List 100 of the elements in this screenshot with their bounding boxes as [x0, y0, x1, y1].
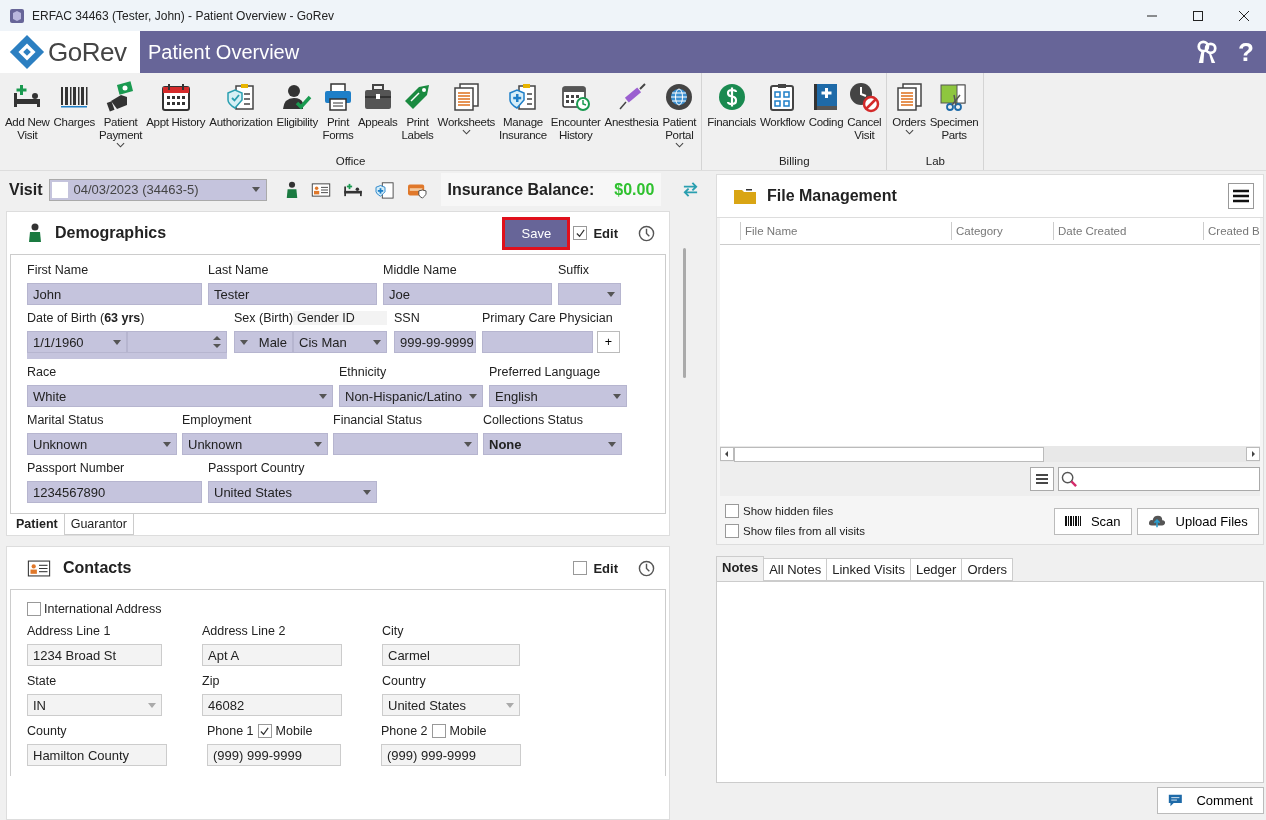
tab[interactable]: Notes [716, 556, 765, 582]
tab[interactable]: Orders [962, 558, 1014, 582]
checkbox[interactable] [725, 524, 739, 539]
toolbar-button[interactable]: Specimen Parts [927, 81, 981, 155]
phone-field[interactable]: (999) 999-9999 [381, 744, 521, 766]
physician-field[interactable] [482, 331, 593, 353]
toolbar-button[interactable]: Appeals [355, 81, 400, 155]
text-field[interactable]: John [27, 283, 202, 305]
dropdown-field[interactable]: Male [234, 331, 293, 353]
bed-icon[interactable] [342, 182, 363, 197]
tab[interactable]: Guarantor [63, 514, 134, 535]
text-field[interactable]: Hamilton County [27, 744, 167, 766]
checkbox[interactable] [51, 181, 68, 198]
toolbar-button[interactable]: Appt History [144, 81, 208, 155]
spinner-icon[interactable] [213, 335, 221, 349]
menu-icon[interactable] [1227, 183, 1254, 209]
dropdown-field[interactable]: Unknown [182, 433, 328, 455]
save-button[interactable]: Save [505, 219, 568, 247]
shield-clipboard-icon[interactable] [374, 180, 395, 199]
phone-field[interactable]: (999) 999-9999 [207, 744, 341, 766]
checkbox[interactable] [431, 724, 446, 738]
text-field[interactable]: Apt A [202, 644, 342, 666]
checkbox[interactable] [725, 504, 739, 519]
dropdown-field[interactable]: Non-Hispanic/Latino [339, 385, 483, 407]
tab[interactable]: All Notes [764, 558, 828, 582]
keys-icon[interactable] [1196, 39, 1219, 65]
comment-button[interactable]: Comment [1156, 787, 1264, 814]
date-field[interactable]: 1/1/1960 [27, 331, 127, 353]
scrollbar-thumb[interactable] [683, 248, 686, 378]
dropdown-field[interactable]: Unknown [27, 433, 177, 455]
text-field[interactable]: Joe [383, 283, 552, 305]
dropdown-field[interactable]: IN [27, 694, 162, 716]
field-label: Passport Number [27, 461, 126, 475]
person-icon[interactable] [284, 180, 299, 199]
checkbox[interactable] [573, 226, 588, 240]
field-label: Race [27, 365, 58, 379]
add-button[interactable]: + [597, 331, 620, 353]
list-icon[interactable] [1029, 467, 1054, 492]
toolbar-button[interactable]: Manage Insurance [497, 81, 549, 155]
time-field[interactable] [127, 331, 227, 353]
column-header[interactable]: Category [951, 222, 1053, 240]
tab[interactable]: Ledger [910, 558, 963, 582]
field-label: Sex (Birth) [234, 311, 293, 325]
toolbar-button[interactable]: Encounter History [548, 81, 603, 155]
dropdown-field[interactable]: English [489, 385, 627, 407]
section-title: File Management [767, 187, 897, 205]
tab[interactable]: Linked Visits [827, 558, 911, 582]
toolbar-button[interactable]: Worksheets [435, 81, 498, 155]
text-field[interactable]: 46082 [202, 694, 342, 716]
scrollbar-thumb[interactable] [734, 446, 1044, 462]
text-field[interactable]: 1234 Broad St [27, 644, 162, 666]
history-icon[interactable] [638, 559, 655, 577]
toolbar-button[interactable]: Print Labels [399, 81, 436, 155]
dropdown-field[interactable]: United States [208, 481, 377, 503]
toolbar-button[interactable]: Eligibility [274, 81, 320, 155]
toolbar-button[interactable]: Patient Payment [96, 81, 145, 155]
text-field[interactable]: Carmel [382, 644, 520, 666]
text-field[interactable]: 999-99-9999 [394, 331, 476, 353]
toolbar-button[interactable]: Print Forms [319, 81, 356, 155]
dropdown-field[interactable] [558, 283, 621, 305]
history-icon[interactable] [638, 224, 655, 242]
toolbar-button[interactable]: Charges [51, 81, 97, 155]
dropdown-field[interactable]: None [483, 433, 622, 455]
caret-icon [240, 339, 248, 345]
dropdown-field[interactable]: Cis Man [293, 331, 387, 353]
checkbox[interactable] [573, 561, 588, 575]
toolbar-button[interactable]: Authorization [207, 81, 275, 155]
dropdown-field[interactable]: United States [382, 694, 520, 716]
toolbar-button[interactable]: Coding [806, 81, 846, 155]
checkbox[interactable] [257, 724, 272, 738]
search-field[interactable] [1057, 467, 1260, 492]
toolbar-button[interactable]: Patient Portal [660, 81, 699, 155]
close-icon[interactable] [1238, 9, 1250, 22]
column-header[interactable]: Created B [1203, 222, 1260, 240]
column-header[interactable]: Date Created [1053, 222, 1203, 240]
toolbar-button[interactable]: Anesthesia [602, 81, 661, 155]
help-button[interactable]: ? [1238, 36, 1254, 68]
text-field[interactable]: 1234567890 [27, 481, 202, 503]
column-header[interactable]: File Name [740, 222, 951, 240]
scan-button[interactable]: Scan [1053, 507, 1132, 535]
field-label: Phone 2 [381, 724, 428, 738]
scroll-right-icon[interactable] [1245, 447, 1260, 462]
checkbox[interactable] [27, 602, 41, 616]
toolbar-button[interactable]: Financials [705, 81, 758, 155]
maximize-icon[interactable] [1192, 9, 1204, 22]
dropdown-field[interactable]: White [27, 385, 333, 407]
toolbar-button[interactable]: Add New Visit [3, 81, 52, 155]
id-card-icon[interactable] [310, 182, 331, 197]
horizontal-scrollbar[interactable] [720, 446, 1260, 463]
visit-dropdown[interactable]: 04/03/2023 (34463-5) [48, 178, 267, 201]
page-title: Patient Overview [148, 40, 300, 64]
upload-button[interactable]: Upload Files [1136, 507, 1259, 535]
field-label: Suffix [558, 263, 591, 277]
dropdown-field[interactable] [333, 433, 478, 455]
toolbar-button[interactable]: Cancel Visit [845, 81, 884, 155]
scroll-left-icon[interactable] [720, 447, 734, 462]
toolbar-button[interactable]: Workflow [758, 81, 807, 155]
text-field[interactable]: Tester [208, 283, 377, 305]
toolbar-button[interactable]: Orders [890, 81, 928, 155]
caret-icon [251, 187, 260, 192]
